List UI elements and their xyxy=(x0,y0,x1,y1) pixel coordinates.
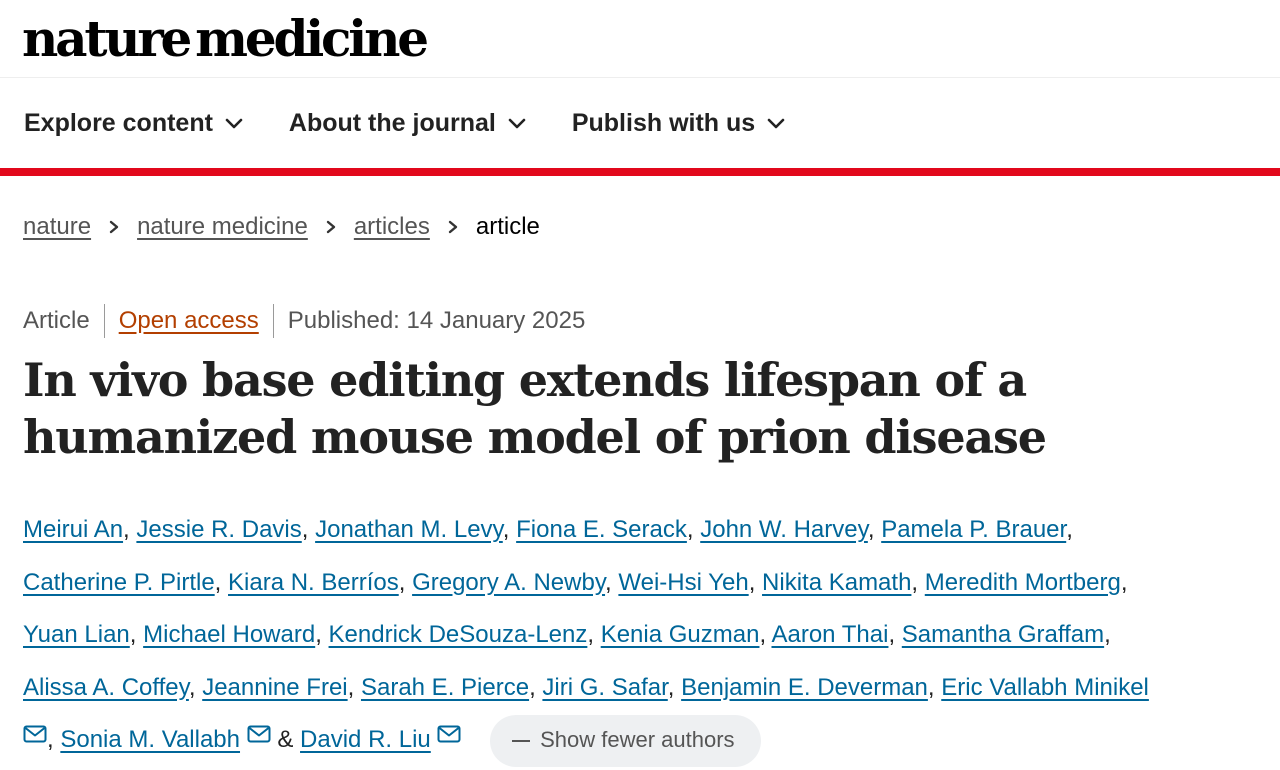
author-separator: , xyxy=(347,673,361,701)
author-separator: , xyxy=(129,621,144,648)
breadcrumb-link-nature[interactable]: nature xyxy=(23,213,91,241)
envelope-icon[interactable] xyxy=(247,725,271,743)
breadcrumb-current: article xyxy=(475,213,540,240)
author-separator: , xyxy=(188,673,203,701)
open-access-link[interactable]: Open access xyxy=(119,307,259,335)
article-type: Article xyxy=(23,307,90,334)
breadcrumb: nature nature medicine articles article xyxy=(23,210,540,244)
author-separator: , xyxy=(759,621,772,648)
author-separator: , xyxy=(301,516,316,543)
meta-divider xyxy=(103,304,105,338)
author-separator: , xyxy=(927,673,942,701)
nav-label: Explore content xyxy=(24,108,213,137)
nav-publish-with-us[interactable]: Publish with us xyxy=(572,109,785,138)
header-divider xyxy=(0,77,1280,78)
author-link[interactable]: Jeannine Frei xyxy=(202,674,347,701)
author-separator: , xyxy=(748,568,763,596)
author-separator: , xyxy=(47,726,61,753)
author-link[interactable]: Kiara N. Berríos xyxy=(228,569,399,596)
published-date: Published: 14 January 2025 xyxy=(287,307,586,334)
author-link[interactable]: Wei-Hsi Yeh xyxy=(618,569,748,596)
author-link[interactable]: Kenia Guzman xyxy=(601,621,760,648)
author-link[interactable]: David R. Liu xyxy=(300,726,431,753)
envelope-icon[interactable] xyxy=(437,725,461,743)
author-link[interactable]: Fiona E. Serack xyxy=(516,516,687,543)
author-link[interactable]: Pamela P. Brauer xyxy=(881,516,1066,543)
author-separator: , xyxy=(587,621,601,648)
author-separator: , xyxy=(888,621,902,648)
author-list: Meirui An, Jessie R. Davis, Jonathan M. … xyxy=(23,504,1268,767)
minus-icon xyxy=(512,739,531,742)
author-line: Catherine P. Pirtle, Kiara N. Berríos, G… xyxy=(23,557,1268,610)
author-link[interactable]: Jonathan M. Levy xyxy=(315,516,503,543)
author-link[interactable]: Gregory A. Newby xyxy=(412,569,605,596)
chevron-right-icon xyxy=(448,220,458,234)
breadcrumb-link-nature-medicine[interactable]: nature medicine xyxy=(137,213,308,241)
author-separator: , xyxy=(1104,621,1111,648)
author-separator: , xyxy=(315,621,329,648)
author-separator: , xyxy=(123,516,137,543)
chevron-right-icon xyxy=(326,220,336,234)
breadcrumb-link-articles[interactable]: articles xyxy=(354,213,430,241)
chevron-down-icon xyxy=(767,118,785,129)
author-link[interactable]: Nikita Kamath xyxy=(762,569,911,596)
author-link[interactable]: Kendrick DeSouza-Lenz xyxy=(329,621,588,648)
article-title: In vivo base editing extends lifespan of… xyxy=(23,353,1047,464)
author-link[interactable]: John W. Harvey xyxy=(700,516,868,543)
nav-explore-content[interactable]: Explore content xyxy=(24,109,243,138)
meta-divider xyxy=(272,304,274,338)
author-link[interactable]: Jessie R. Davis xyxy=(136,516,301,543)
author-line: Yuan Lian, Michael Howard, Kendrick DeSo… xyxy=(23,609,1268,662)
nav-label: About the journal xyxy=(288,108,496,137)
author-link[interactable]: Jiri G. Safar xyxy=(542,674,667,701)
journal-logo[interactable]: nature medicine xyxy=(22,0,429,78)
author-link[interactable]: Eric Vallabh Minikel xyxy=(941,674,1149,701)
main-nav: Explore content About the journal Publis… xyxy=(24,98,831,148)
nav-label: Publish with us xyxy=(571,108,756,137)
author-link[interactable]: Sonia M. Vallabh xyxy=(60,726,240,753)
author-link[interactable]: Aaron Thai xyxy=(771,621,888,648)
author-separator: , xyxy=(1120,568,1128,596)
author-line: Alissa A. Coffey, Jeannine Frei, Sarah E… xyxy=(23,662,1268,715)
accent-rule xyxy=(0,168,1280,176)
envelope-icon[interactable] xyxy=(23,725,47,743)
author-line: , Sonia M. Vallabh & David R. Liu Show f… xyxy=(23,714,1268,767)
author-separator: , xyxy=(605,568,619,596)
article-meta: Article Open access Published: 14 Januar… xyxy=(23,303,585,339)
author-separator: , xyxy=(502,516,517,543)
author-link[interactable]: Meredith Mortberg xyxy=(925,569,1121,596)
author-separator: , xyxy=(214,568,229,596)
author-link[interactable]: Alissa A. Coffey xyxy=(23,674,189,701)
author-separator: , xyxy=(1066,516,1073,543)
logo-word-medicine: medicine xyxy=(195,9,429,68)
chevron-down-icon xyxy=(508,118,526,129)
nav-about-the-journal[interactable]: About the journal xyxy=(289,109,526,138)
author-separator: , xyxy=(686,516,701,543)
author-ampersand: & xyxy=(277,726,301,753)
author-separator: , xyxy=(529,673,543,701)
author-link[interactable]: Yuan Lian xyxy=(23,621,130,648)
author-separator: , xyxy=(667,673,682,701)
show-fewer-label: Show fewer authors xyxy=(540,727,735,753)
chevron-down-icon xyxy=(225,118,243,129)
show-fewer-authors-button[interactable]: Show fewer authors xyxy=(490,714,761,767)
chevron-right-icon xyxy=(109,220,119,234)
author-separator: , xyxy=(911,568,925,596)
author-link[interactable]: Meirui An xyxy=(23,516,123,543)
author-link[interactable]: Benjamin E. Deverman xyxy=(681,674,928,701)
author-link[interactable]: Samantha Graffam xyxy=(902,621,1104,648)
author-line: Meirui An, Jessie R. Davis, Jonathan M. … xyxy=(23,504,1268,557)
author-separator: , xyxy=(398,568,413,596)
author-link[interactable]: Sarah E. Pierce xyxy=(361,674,529,701)
logo-word-nature: nature xyxy=(22,9,192,68)
author-link[interactable]: Catherine P. Pirtle xyxy=(23,569,215,596)
author-link[interactable]: Michael Howard xyxy=(143,621,315,648)
author-separator: , xyxy=(867,516,882,543)
